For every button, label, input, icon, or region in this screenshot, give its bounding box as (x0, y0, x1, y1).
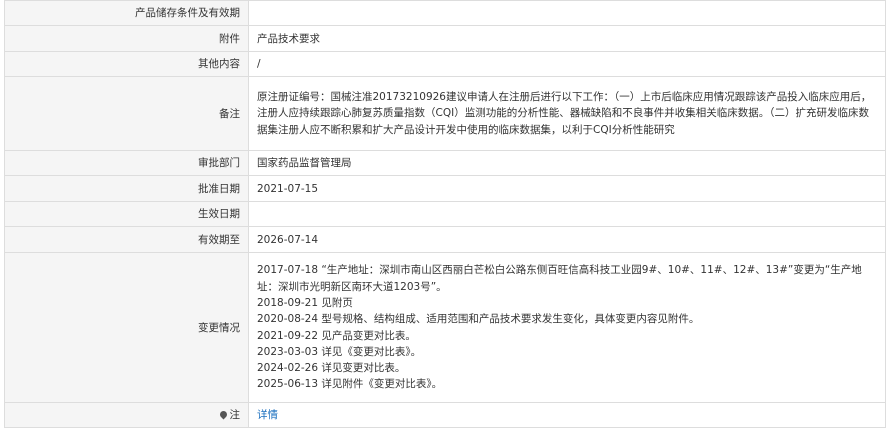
remark-cell: 原注册证编号：国械注准20173210926建议申请人在注册后进行以下工作：（一… (248, 76, 886, 151)
remark-value: 原注册证编号：国械注准20173210926建议申请人在注册后进行以下工作：（一… (257, 90, 872, 136)
attachment-label: 附件 (4, 25, 249, 52)
row-remark: 备注 原注册证编号：国械注准20173210926建议申请人在注册后进行以下工作… (4, 76, 886, 151)
change-item: 2017-07-18 “生产地址：深圳市南山区西丽白芒松白公路东侧百旺信高科技工… (257, 264, 862, 293)
attachment-value: 产品技术要求 (248, 25, 886, 52)
change-item: 2021-09-22 见产品变更对比表。 (257, 329, 416, 342)
note-label-cell: 注 (4, 402, 249, 428)
remark-label: 备注 (4, 76, 249, 151)
other-label: 其他内容 (4, 51, 249, 77)
changes-label: 变更情况 (4, 252, 249, 403)
effective-date-value (248, 201, 886, 227)
location-pin-icon (218, 409, 228, 420)
row-note: 注 详情 (4, 402, 886, 428)
row-changes: 变更情况 2017-07-18 “生产地址：深圳市南山区西丽白芒松白公路东侧百旺… (4, 252, 886, 403)
row-storage: 产品储存条件及有效期 (4, 0, 886, 26)
effective-date-label: 生效日期 (4, 201, 249, 227)
note-value-cell: 详情 (248, 402, 886, 428)
approval-date-label: 批准日期 (4, 175, 249, 202)
row-other: 其他内容 / (4, 51, 886, 77)
row-approval-date: 批准日期 2021-07-15 (4, 175, 886, 202)
authority-value: 国家药品监督管理局 (248, 150, 886, 176)
details-link[interactable]: 详情 (257, 409, 278, 421)
valid-until-value: 2026-07-14 (248, 226, 886, 253)
change-item: 2025-06-13 详见附件《变更对比表》。 (257, 378, 443, 391)
approval-date-value: 2021-07-15 (248, 175, 886, 202)
authority-label: 审批部门 (4, 150, 249, 176)
product-detail-table: 产品储存条件及有效期 附件 产品技术要求 其他内容 / 备注 原注册证编号：国械… (4, 0, 886, 428)
change-item: 2024-02-26 详见变更对比表。 (257, 362, 406, 375)
row-effective-date: 生效日期 (4, 201, 886, 227)
change-item: 2023-03-03 详见《变更对比表》。 (257, 345, 422, 358)
change-item: 2020-08-24 型号规格、结构组成、适用范围和产品技术要求发生变化，具体变… (257, 313, 700, 326)
row-authority: 审批部门 国家药品监督管理局 (4, 150, 886, 176)
other-value: / (248, 51, 886, 77)
storage-label: 产品储存条件及有效期 (4, 0, 249, 26)
change-item: 2018-09-21 见附页 (257, 296, 353, 309)
valid-until-label: 有效期至 (4, 226, 249, 253)
changes-list: 2017-07-18 “生产地址：深圳市南山区西丽白芒松白公路东侧百旺信高科技工… (248, 252, 886, 403)
storage-value (248, 0, 886, 26)
row-attachment: 附件 产品技术要求 (4, 25, 886, 52)
note-label: 注 (229, 409, 241, 421)
row-valid-until: 有效期至 2026-07-14 (4, 226, 886, 253)
